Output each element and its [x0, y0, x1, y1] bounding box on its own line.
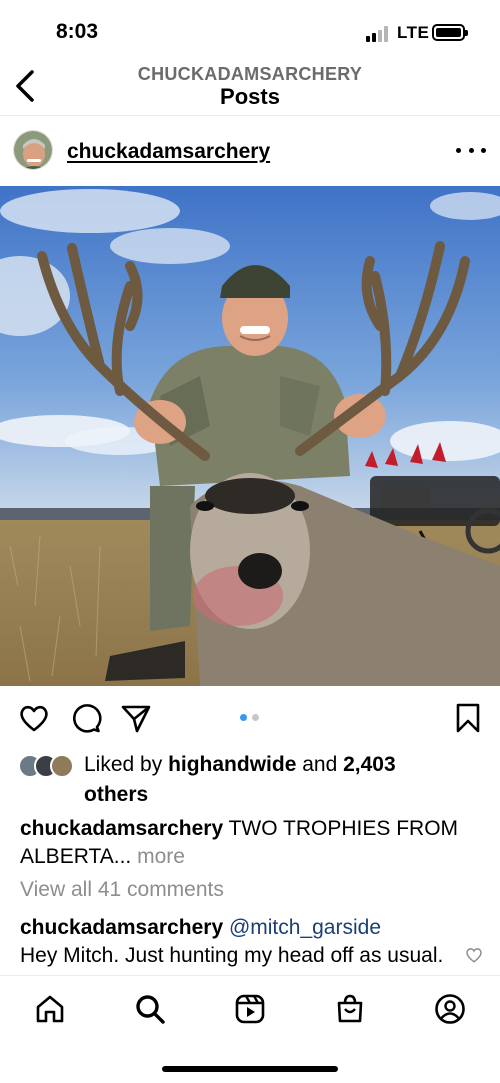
share-button[interactable] [120, 702, 152, 734]
post-image[interactable] [0, 186, 500, 686]
share-icon [121, 705, 151, 733]
profile-icon [435, 994, 465, 1024]
likes-count[interactable]: 2,403 [343, 753, 396, 776]
likes-text: Liked by highandwide and 2,403 others [84, 750, 484, 810]
status-time: 8:03 [56, 20, 99, 43]
carousel-indicator [240, 714, 262, 722]
tab-search[interactable] [133, 992, 167, 1026]
post-author-link[interactable]: chuckadamsarchery [67, 140, 270, 164]
comment-username[interactable]: chuckadamsarchery [20, 916, 223, 939]
post-caption: chuckadamsarchery TWO TROPHIES FROM ALBE… [20, 815, 480, 871]
comment-like-button[interactable] [465, 946, 483, 964]
likes-prefix: Liked by [84, 753, 169, 776]
heart-icon [20, 705, 48, 732]
post-actions [0, 690, 500, 742]
tab-home[interactable] [33, 992, 67, 1026]
heart-icon [466, 948, 482, 963]
signal-icon [366, 26, 392, 42]
tab-reels[interactable] [233, 992, 267, 1026]
likes-suffix[interactable]: others [84, 783, 148, 806]
caption-username[interactable]: chuckadamsarchery [20, 817, 223, 840]
tab-shop[interactable] [333, 992, 367, 1026]
avatar[interactable] [13, 130, 53, 170]
view-all-comments-link[interactable]: View all 41 comments [20, 878, 224, 902]
comment-icon [72, 704, 102, 733]
like-button[interactable] [18, 702, 50, 734]
battery-icon [432, 24, 468, 41]
network-type: LTE [397, 23, 430, 42]
comment-mention[interactable]: @mitch_garside [223, 916, 381, 939]
status-bar: 8:03 LTE [0, 0, 500, 58]
home-indicator [162, 1066, 338, 1072]
search-icon [136, 995, 165, 1024]
likes-joiner: and [296, 753, 344, 776]
comment-button[interactable] [70, 702, 102, 734]
comment-item: chuckadamsarchery @mitch_garside Hey Mit… [20, 914, 460, 972]
reels-icon [235, 994, 265, 1024]
liker-username[interactable]: highandwide [168, 753, 296, 776]
more-options-button[interactable] [456, 140, 486, 160]
home-icon [36, 995, 64, 1023]
tab-profile[interactable] [433, 992, 467, 1026]
comment-text: Hey Mitch. Just hunting my head off as u… [20, 944, 444, 967]
post-header: chuckadamsarchery [0, 118, 500, 186]
bookmark-icon [456, 703, 480, 733]
nav-header: CHUCKADAMSARCHERY Posts [0, 58, 500, 116]
liker-avatars [18, 754, 78, 778]
shop-icon [337, 994, 363, 1023]
header-account-name: CHUCKADAMSARCHERY [137, 64, 363, 84]
page-title: Posts [220, 84, 280, 109]
more-icon [456, 147, 461, 153]
caption-more-link[interactable]: more [137, 845, 185, 868]
save-button[interactable] [452, 702, 484, 734]
